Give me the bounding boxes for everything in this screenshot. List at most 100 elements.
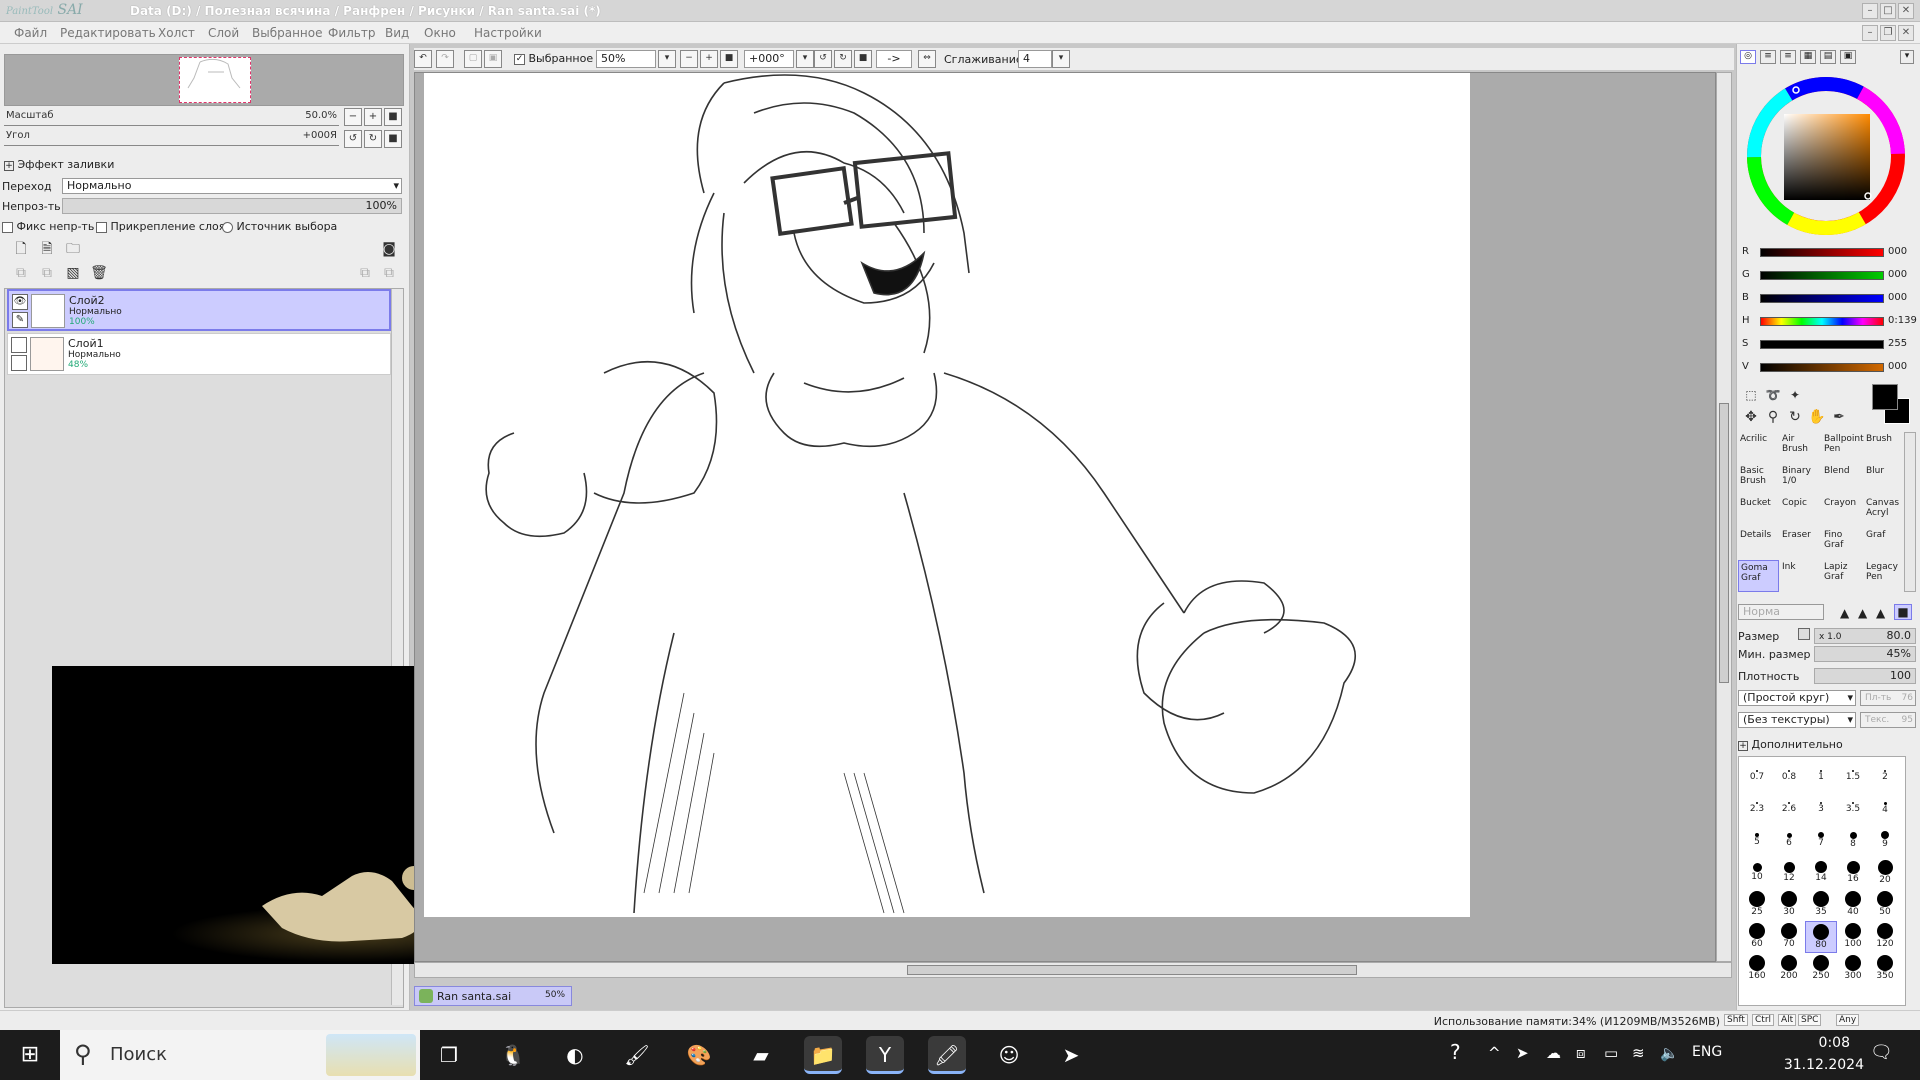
search-input[interactable]: ⚲ Поиск xyxy=(60,1030,420,1080)
scale-slider[interactable]: Масштаб 50.0% xyxy=(4,108,339,126)
edge-square-icon[interactable]: ■ xyxy=(1894,604,1912,620)
brush-size-12[interactable]: 12 xyxy=(1773,857,1805,889)
brush-size-40[interactable]: 40 xyxy=(1837,889,1869,921)
telegram-tray-icon[interactable]: ➤ xyxy=(1516,1044,1529,1062)
edge-soft-icon[interactable]: ▲ xyxy=(1840,606,1849,620)
zoom-out-icon[interactable]: − xyxy=(680,50,698,68)
fill-effect-expander[interactable]: + Эффект заливки xyxy=(4,158,114,171)
menu-view[interactable]: Вид xyxy=(385,26,409,40)
vertical-scrollbar[interactable] xyxy=(1716,72,1732,962)
rotate-icon[interactable]: ↻ xyxy=(1786,408,1804,426)
menu-window[interactable]: Окно xyxy=(424,26,456,40)
brush-size-16[interactable]: 16 xyxy=(1837,857,1869,889)
trash-icon[interactable]: 🗑 xyxy=(90,264,108,282)
zoom-in-button[interactable]: + xyxy=(364,108,382,126)
battery-icon[interactable]: ▭ xyxy=(1604,1044,1618,1062)
brush-copic[interactable]: Copic xyxy=(1780,496,1821,528)
blend-mode-select[interactable]: Нормально ▾ xyxy=(62,178,402,194)
menu-layer[interactable]: Слой xyxy=(208,26,239,40)
menu-filter[interactable]: Фильтр xyxy=(328,26,375,40)
rgb-slider-tab-icon[interactable]: ≡ xyxy=(1760,50,1776,64)
brush-bucket[interactable]: Bucket xyxy=(1738,496,1779,528)
brush-size-80[interactable]: 80 xyxy=(1805,921,1837,953)
brush-ink[interactable]: Ink xyxy=(1780,560,1821,592)
min-size-slider[interactable]: 45% xyxy=(1814,646,1916,662)
app-brushes-icon[interactable]: 🖌 xyxy=(618,1036,656,1074)
rotate-reset-button[interactable]: ■ xyxy=(384,130,402,148)
hue-slider[interactable]: H 0:139 xyxy=(1740,313,1917,331)
merge-visible-icon[interactable]: ⧉ xyxy=(380,264,398,282)
language-indicator[interactable]: ENG xyxy=(1692,1044,1722,1060)
rotate-reset-icon[interactable]: ■ xyxy=(854,50,872,68)
layer-item-1[interactable]: Слой1 Нормально 48% xyxy=(7,333,391,375)
deselect-icon[interactable]: ▢ xyxy=(464,50,482,68)
blue-slider[interactable]: B 000 xyxy=(1740,290,1916,308)
brush-size-8[interactable]: 8 xyxy=(1837,825,1869,857)
brush-acrylic[interactable]: Acrilic xyxy=(1738,432,1779,464)
help-icon[interactable]: ? xyxy=(1450,1040,1461,1064)
saturation-slider[interactable]: S 255 xyxy=(1740,336,1916,354)
menu-settings[interactable]: Настройки xyxy=(474,26,542,40)
size-multiplier-toggle[interactable] xyxy=(1798,628,1810,640)
color-mixer-tab-icon[interactable]: ▣ xyxy=(1840,50,1856,64)
brush-size-70[interactable]: 70 xyxy=(1773,921,1805,953)
zoom-icon[interactable]: ⚲ xyxy=(1764,408,1782,426)
brush-size-1[interactable]: 1 xyxy=(1805,761,1837,793)
menu-edit[interactable]: Редактировать xyxy=(60,26,156,40)
new-vector-layer-icon[interactable]: 🗎 xyxy=(38,240,56,258)
brush-grid-scrollbar[interactable] xyxy=(1904,432,1916,592)
zoom-out-button[interactable]: − xyxy=(344,108,362,126)
brush-size-2.6[interactable]: 2.6 xyxy=(1773,793,1805,825)
eye-icon[interactable]: 👁 xyxy=(12,294,28,310)
lasso-icon[interactable]: ➰ xyxy=(1764,386,1782,404)
app-palette-icon[interactable]: 🎨 xyxy=(680,1036,718,1074)
brush-size-3[interactable]: 3 xyxy=(1805,793,1837,825)
density-slider[interactable]: 100 xyxy=(1814,668,1916,684)
lock-toggle[interactable] xyxy=(11,355,27,371)
brush-size-14[interactable]: 14 xyxy=(1805,857,1837,889)
brush-size-100[interactable]: 100 xyxy=(1837,921,1869,953)
brush-size-35[interactable]: 35 xyxy=(1805,889,1837,921)
document-tab[interactable]: Ran santa.sai 50% xyxy=(414,986,572,1006)
color-wheel[interactable] xyxy=(1744,74,1908,238)
zoom-select[interactable]: 50% xyxy=(596,50,656,68)
texture-strength-field[interactable]: Текс. 95 xyxy=(1860,712,1916,728)
brush-lapiz-graf[interactable]: Lapiz Graf xyxy=(1822,560,1863,592)
horizontal-scrollbar[interactable] xyxy=(414,962,1732,978)
brush-blend[interactable]: Blend xyxy=(1822,464,1863,496)
painttool-sai-icon[interactable]: 🖍 xyxy=(928,1036,966,1074)
vertical-scroll-thumb[interactable] xyxy=(1719,403,1729,683)
doc-restore-icon[interactable]: ❐ xyxy=(1880,25,1896,41)
brush-size-200[interactable]: 200 xyxy=(1773,953,1805,985)
hand-icon[interactable]: ✋ xyxy=(1808,408,1826,426)
rotate-right-button[interactable]: ↻ xyxy=(364,130,382,148)
edge-medium-icon[interactable]: ▲ xyxy=(1858,606,1867,620)
brush-size-5[interactable]: 5 xyxy=(1741,825,1773,857)
navigator-viewport[interactable] xyxy=(179,57,251,103)
shape-strength-field[interactable]: Пл-ть 76 xyxy=(1860,690,1916,706)
pen-icon[interactable]: ✎ xyxy=(12,312,28,328)
brush-blur[interactable]: Blur xyxy=(1864,464,1905,496)
fix-opacity-checkbox[interactable]: Фикс непр-ть xyxy=(2,220,94,233)
close-icon[interactable]: ✕ xyxy=(1898,3,1914,19)
brush-fino-graf[interactable]: Fino Graf xyxy=(1822,528,1863,560)
magic-wand-icon[interactable]: ✦ xyxy=(1786,386,1804,404)
rotate-left-button[interactable]: ↺ xyxy=(344,130,362,148)
brush-size-30[interactable]: 30 xyxy=(1773,889,1805,921)
clear-layer-icon[interactable]: ▧ xyxy=(64,264,82,282)
app-penguin-icon[interactable]: 🐧 xyxy=(494,1036,532,1074)
brush-crayon[interactable]: Crayon xyxy=(1822,496,1863,528)
windows-start-icon[interactable]: ⊞ xyxy=(0,1030,60,1080)
copy-layer-icon[interactable]: ⧉ xyxy=(12,264,30,282)
brush-size-9[interactable]: 9 xyxy=(1869,825,1901,857)
brush-size-2.3[interactable]: 2.3 xyxy=(1741,793,1773,825)
texture-select[interactable]: (Без текстуры) ▾ xyxy=(1738,712,1856,728)
primary-color-swatch-front[interactable] xyxy=(1872,384,1898,410)
brush-size-10[interactable]: 10 xyxy=(1741,857,1773,889)
flip-button[interactable]: -> xyxy=(876,50,912,68)
visibility-toggle[interactable] xyxy=(11,337,27,353)
camera-icon[interactable]: ⧈ xyxy=(1576,1044,1586,1062)
brush-air[interactable]: Air Brush xyxy=(1780,432,1821,464)
brush-size-25[interactable]: 25 xyxy=(1741,889,1773,921)
green-slider[interactable]: G 000 xyxy=(1740,267,1916,285)
